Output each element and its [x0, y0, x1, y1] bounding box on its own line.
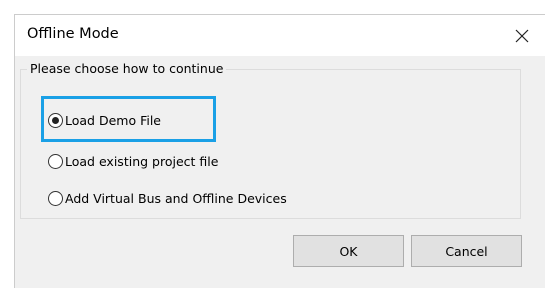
radio-label: Add Virtual Bus and Offline Devices	[65, 190, 287, 206]
radio-button[interactable]	[48, 190, 63, 206]
close-icon	[515, 29, 529, 43]
dialog-title: Offline Mode	[27, 26, 119, 42]
groupbox-label: Please choose how to continue	[27, 61, 227, 76]
radio-button-checked[interactable]	[48, 112, 63, 128]
radio-load-existing-project-file[interactable]: Load existing project file	[48, 151, 218, 171]
title-bar: Offline Mode	[15, 15, 545, 56]
ok-button[interactable]: OK	[293, 235, 404, 267]
close-button[interactable]	[505, 21, 539, 51]
radio-button[interactable]	[48, 153, 63, 169]
radio-label: Load existing project file	[65, 153, 219, 169]
cancel-button[interactable]: Cancel	[411, 235, 522, 267]
radio-add-virtual-bus[interactable]: Add Virtual Bus and Offline Devices	[48, 188, 287, 208]
radio-load-demo-file[interactable]: Load Demo File	[48, 110, 161, 130]
radio-label: Load Demo File	[65, 112, 161, 128]
